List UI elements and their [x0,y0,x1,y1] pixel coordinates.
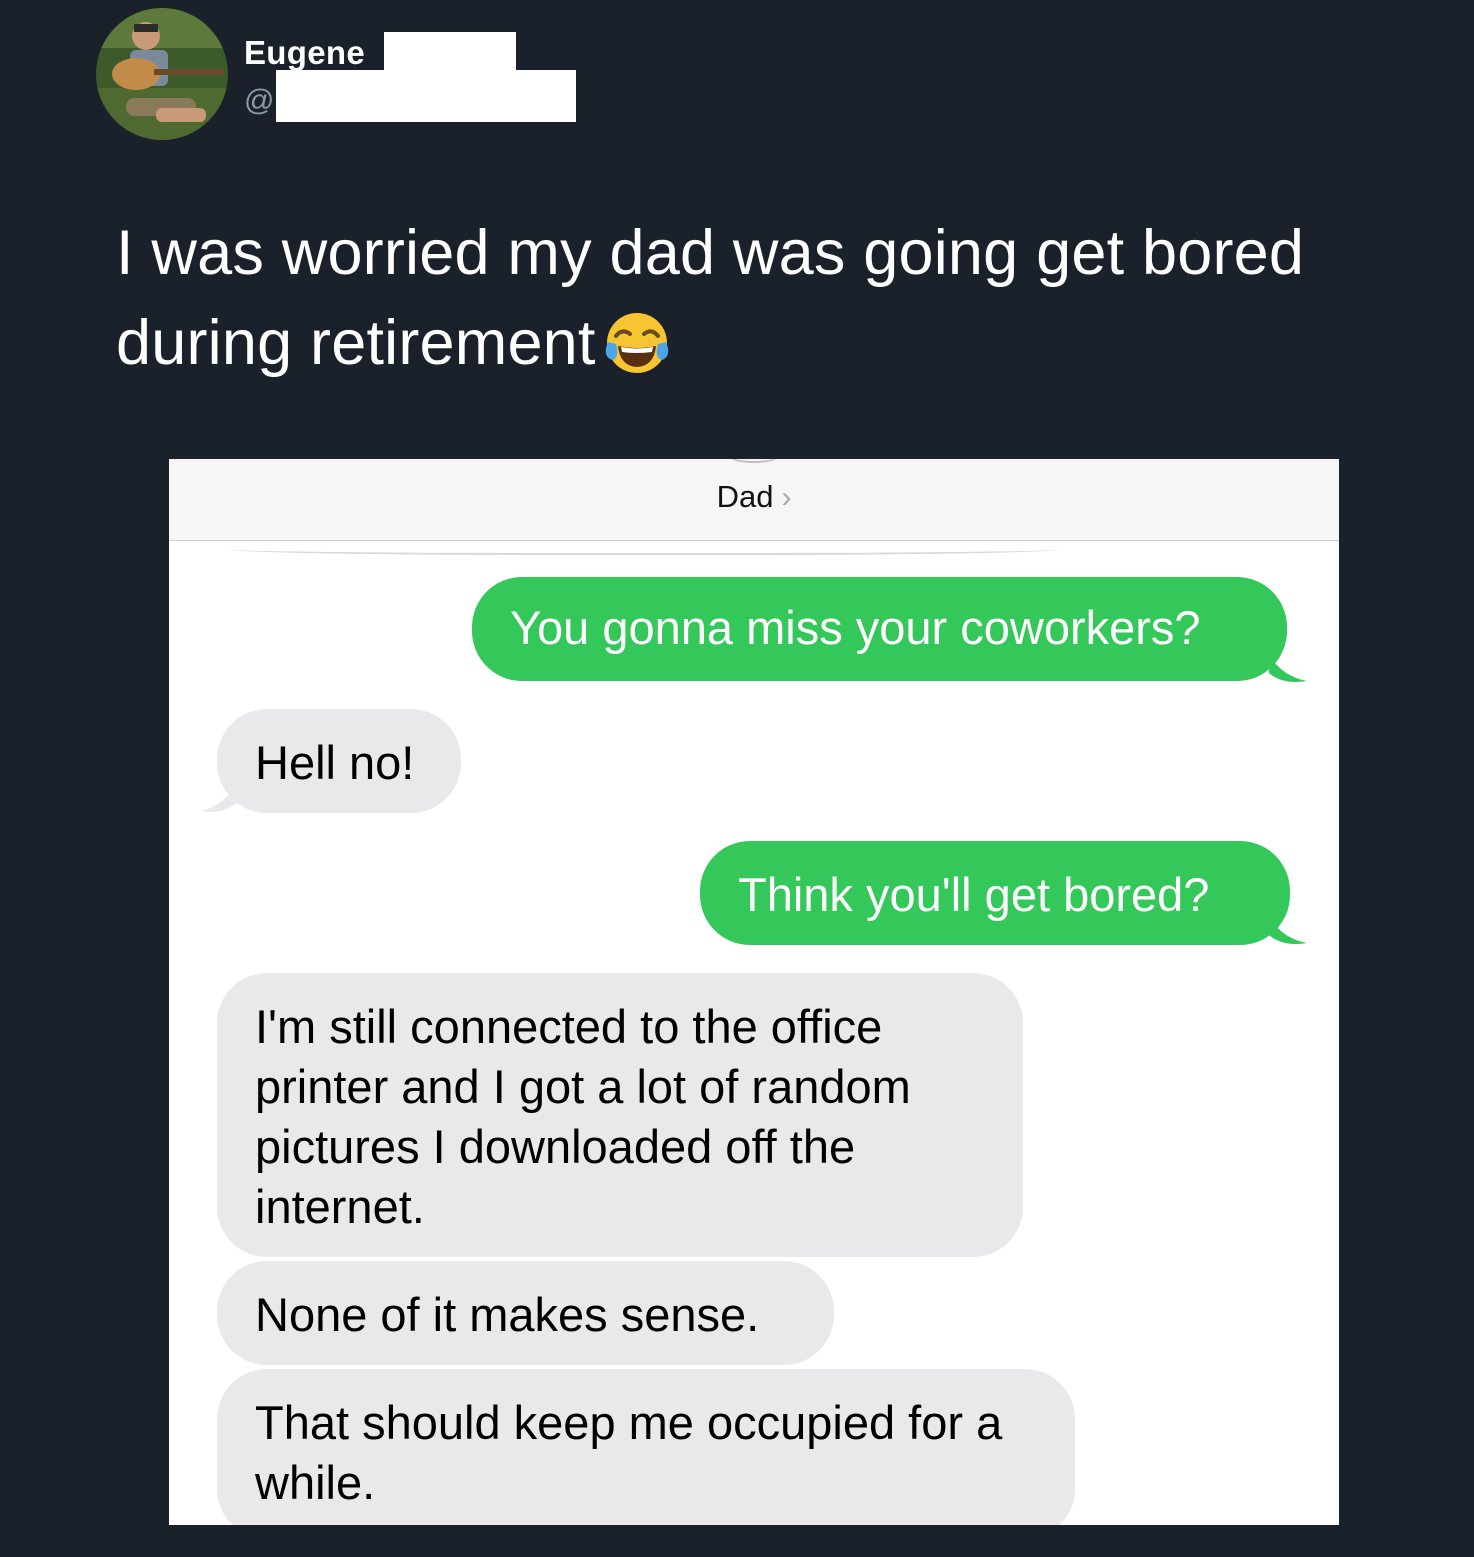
header-decoration [729,459,779,463]
message-text: Hell no! [255,736,415,789]
contact-name-button[interactable]: Dad › [169,479,1339,515]
redaction-block [384,32,516,70]
bubble-tail [1269,917,1307,944]
incoming-message[interactable]: None of it makes sense. [217,1261,834,1365]
chevron-right-icon: › [781,481,792,514]
message-text: That should keep me occupied for a while… [255,1396,1003,1509]
tweet-text: I was worried my dad was going get bored… [116,208,1456,400]
message-text: None of it makes sense. [255,1288,760,1341]
message-text: Think you'll get bored? [738,868,1210,921]
display-name[interactable]: Eugene [244,34,365,72]
message-text: I'm still connected to the office printe… [255,1000,911,1233]
face-with-tears-of-joy-icon [604,310,670,400]
contact-name: Dad [716,479,774,514]
conversation-header: Dad › [169,459,1339,541]
bubble-tail [201,781,239,812]
incoming-message[interactable]: Hell no! [217,709,461,813]
message-text: You gonna miss your coworkers? [510,601,1201,654]
avatar[interactable] [96,8,228,140]
tweet-text-content: I was worried my dad was going get bored… [116,218,1305,378]
incoming-message[interactable]: That should keep me occupied for a while… [217,1369,1075,1525]
outgoing-message[interactable]: You gonna miss your coworkers? [472,577,1287,681]
messages-screenshot: Dad › You gonna miss your coworkers? Hell… [169,459,1339,1525]
outgoing-message[interactable]: Think you'll get bored? [700,841,1290,945]
handle-prefix[interactable]: @ [244,84,274,118]
redaction-block [276,70,576,122]
previous-bubble-edge [229,541,1059,555]
incoming-message[interactable]: I'm still connected to the office printe… [217,973,1023,1257]
bubble-tail [1269,655,1307,682]
